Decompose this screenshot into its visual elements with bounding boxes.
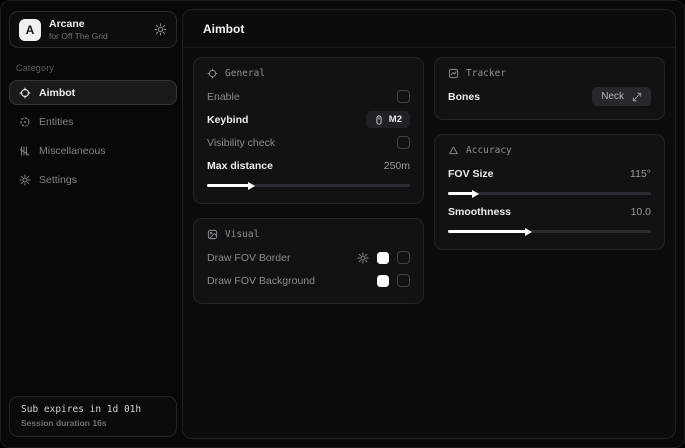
app-title: Arcane xyxy=(49,18,108,30)
setting-label: Visibility check xyxy=(207,137,275,149)
card-title: Accuracy xyxy=(466,145,512,156)
sidebar-item-miscellaneous[interactable]: Miscellaneous xyxy=(9,138,177,163)
enable-checkbox[interactable] xyxy=(397,90,410,103)
app-subtitle: for Off The Grid xyxy=(49,31,108,41)
tracker-card: Tracker Bones Neck xyxy=(434,57,665,120)
setting-row-enable: Enable xyxy=(207,85,410,108)
slider-fill xyxy=(448,192,473,195)
activity-icon xyxy=(448,68,459,79)
sidebar-item-aimbot[interactable]: Aimbot xyxy=(9,80,177,105)
app-logo: A xyxy=(19,19,41,41)
sidebar-item-label: Settings xyxy=(39,174,77,186)
bones-select[interactable]: Neck xyxy=(592,87,651,106)
setting-label: Draw FOV Background xyxy=(207,275,315,287)
draw-fov-border-checkbox[interactable] xyxy=(397,251,410,264)
setting-row-draw-fov-background: Draw FOV Background xyxy=(207,269,410,292)
tracker-card-header: Tracker xyxy=(448,68,651,79)
content-area: General Enable Keybind xyxy=(183,48,675,313)
setting-row-keybind: Keybind M2 xyxy=(207,108,410,131)
logo-card: A Arcane for Off The Grid xyxy=(9,11,177,48)
visual-card-header: Visual xyxy=(207,229,410,240)
crosshair-icon xyxy=(19,87,31,99)
smoothness-slider[interactable] xyxy=(448,230,651,233)
crosshair-icon xyxy=(207,68,218,79)
setting-row-smoothness: Smoothness 10.0 xyxy=(448,200,651,223)
sidebar-item-label: Miscellaneous xyxy=(39,145,106,157)
max-distance-slider[interactable] xyxy=(207,184,410,187)
expand-icon xyxy=(632,92,642,102)
slider-fill xyxy=(207,184,249,187)
visual-card: Visual Draw FOV Border xyxy=(193,218,424,304)
max-distance-value: 250m xyxy=(384,160,410,172)
category-label: Category xyxy=(16,63,170,73)
session-duration-text: Session duration 16s xyxy=(21,418,165,428)
sidebar-item-label: Entities xyxy=(39,116,73,128)
mouse-icon xyxy=(374,115,384,125)
triangle-icon xyxy=(448,145,459,156)
setting-label: Bones xyxy=(448,91,480,103)
keybind-value: M2 xyxy=(389,114,402,125)
keybind-button[interactable]: M2 xyxy=(366,111,410,128)
sidebar-item-entities[interactable]: Entities xyxy=(9,109,177,134)
card-title: Tracker xyxy=(466,68,506,79)
card-title: Visual xyxy=(225,229,259,240)
sidebar-nav: Aimbot Entities Miscellaneous xyxy=(9,80,177,192)
left-column: General Enable Keybind xyxy=(193,57,424,304)
setting-label: Draw FOV Border xyxy=(207,252,290,264)
setting-label: Max distance xyxy=(207,160,273,172)
image-icon xyxy=(207,229,218,240)
setting-label: Keybind xyxy=(207,114,248,126)
sidebar-item-settings[interactable]: Settings xyxy=(9,167,177,192)
app-window: A Arcane for Off The Grid Category xyxy=(0,0,685,448)
setting-row-fov-size: FOV Size 115° xyxy=(448,162,651,185)
row-controls xyxy=(377,274,410,287)
accuracy-card-header: Accuracy xyxy=(448,145,651,156)
gear-icon[interactable] xyxy=(154,23,167,36)
draw-fov-background-checkbox[interactable] xyxy=(397,274,410,287)
fov-size-slider[interactable] xyxy=(448,192,651,195)
setting-label: Smoothness xyxy=(448,206,511,218)
setting-row-bones: Bones Neck xyxy=(448,85,651,108)
general-card: General Enable Keybind xyxy=(193,57,424,204)
main-panel: Aimbot General xyxy=(182,9,676,439)
setting-label: FOV Size xyxy=(448,168,494,180)
logo-text: Arcane for Off The Grid xyxy=(49,18,108,41)
accuracy-card: Accuracy FOV Size 115° Smoothness 10.0 xyxy=(434,134,665,250)
setting-row-max-distance: Max distance 250m xyxy=(207,154,410,177)
setting-row-visibility-check: Visibility check xyxy=(207,131,410,154)
radar-icon xyxy=(19,116,31,128)
bones-select-value: Neck xyxy=(601,91,624,102)
setting-row-draw-fov-border: Draw FOV Border xyxy=(207,246,410,269)
card-title: General xyxy=(225,68,265,79)
gear-icon[interactable] xyxy=(357,252,369,264)
right-column: Tracker Bones Neck xyxy=(434,57,665,250)
slider-fill xyxy=(448,230,526,233)
general-card-header: General xyxy=(207,68,410,79)
subscription-card: Sub expires in 1d 01h Session duration 1… xyxy=(9,396,177,437)
misc-icon xyxy=(19,145,31,157)
sidebar-item-label: Aimbot xyxy=(39,87,75,99)
sidebar: A Arcane for Off The Grid Category xyxy=(9,9,177,439)
page-title: Aimbot xyxy=(203,22,655,36)
row-controls xyxy=(357,251,410,264)
fov-border-color-swatch[interactable] xyxy=(377,252,389,264)
gear-icon xyxy=(19,174,31,186)
page-header: Aimbot xyxy=(183,10,675,48)
setting-label: Enable xyxy=(207,91,240,103)
fov-size-value: 115° xyxy=(630,168,651,180)
visibility-check-checkbox[interactable] xyxy=(397,136,410,149)
sub-expiry-text: Sub expires in 1d 01h xyxy=(21,404,165,415)
fov-background-color-swatch[interactable] xyxy=(377,275,389,287)
smoothness-value: 10.0 xyxy=(631,206,651,218)
